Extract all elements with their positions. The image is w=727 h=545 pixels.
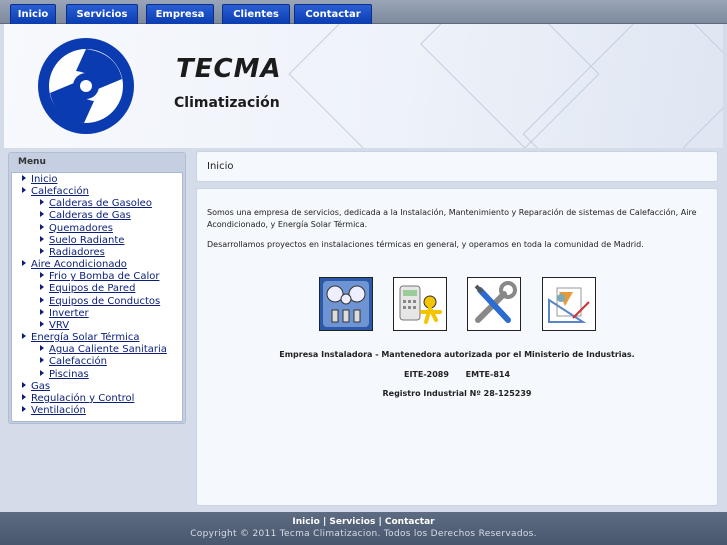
design-icon[interactable] <box>542 277 596 331</box>
main-content: Somos una empresa de servicios, dedicada… <box>196 188 718 506</box>
contact-icon[interactable] <box>393 277 447 331</box>
sidebar-item-piscinas[interactable]: Piscinas <box>12 369 182 381</box>
sidebar-item-equipos-de-conductos[interactable]: Equipos de Conductos <box>12 296 182 308</box>
sidebar-item-agua-caliente-sanitaria[interactable]: Agua Caliente Sanitaria <box>12 344 182 356</box>
footer-link-inicio[interactable]: Inicio <box>292 517 319 527</box>
sidebar-item-regulacion-y-control[interactable]: Regulación y Control <box>12 393 182 405</box>
certification-codes: EITE-2089 EMTE-814 <box>403 370 511 379</box>
tecma-logo-icon <box>38 38 134 134</box>
sidebar-item-quemadores[interactable]: Quemadores <box>12 223 182 235</box>
sidebar-menu: Inicio Calefacción Calderas de Gasoleo Cald… <box>11 172 183 422</box>
sidebar-item-equipos-de-pared[interactable]: Equipos de Pared <box>12 283 182 295</box>
sidebar-item-calderas-de-gasoleo[interactable]: Calderas de Gasoleo <box>12 198 182 210</box>
sidebar: Menu Inicio Calefacción Calderas de Gasole… <box>8 152 186 424</box>
tools-icon[interactable] <box>467 277 521 331</box>
sidebar-item-calefaccion[interactable]: Calefacción <box>12 356 182 368</box>
footer-link-contactar[interactable]: Contactar <box>385 517 435 527</box>
brand-name: TECMA <box>176 54 282 84</box>
site-footer: Inicio | Servicios | Contactar Copyright… <box>0 512 727 545</box>
sidebar-item-vrv[interactable]: VRV <box>12 320 182 332</box>
tab-inicio[interactable]: Inicio <box>10 4 56 24</box>
sidebar-item-energia-solar-termica[interactable]: Energía Solar Térmica <box>12 332 182 344</box>
projects-paragraph: Desarrollamos proyectos en instalaciones… <box>207 240 644 249</box>
sidebar-item-inverter[interactable]: Inverter <box>12 308 182 320</box>
sidebar-item-calderas-de-gas[interactable]: Calderas de Gas <box>12 210 182 222</box>
footer-link-servicios[interactable]: Servicios <box>329 517 375 527</box>
sidebar-item-frio-y-bomba-de-calor[interactable]: Frio y Bomba de Calor <box>12 271 182 283</box>
tab-empresa[interactable]: Empresa <box>146 4 214 24</box>
sidebar-item-suelo-radiante[interactable]: Suelo Radiante <box>12 235 182 247</box>
site-header: TECMA Climatización <box>4 24 723 148</box>
sidebar-item-radiadores[interactable]: Radiadores <box>12 247 182 259</box>
sidebar-item-inicio[interactable]: Inicio <box>12 174 182 186</box>
copyright-text: Copyright © 2011 Tecma Climatizacion. To… <box>190 529 537 539</box>
footer-nav: Inicio | Servicios | Contactar <box>0 512 727 527</box>
intro-paragraph: Somos una empresa de servicios, dedicada… <box>207 208 697 229</box>
top-nav-bar: Inicio Servicios Empresa Clientes Contac… <box>0 0 727 24</box>
industrial-registry: Registro Industrial Nº 28-125239 <box>382 389 532 398</box>
gauges-icon[interactable] <box>319 277 373 331</box>
sidebar-title: Menu <box>18 157 46 167</box>
sidebar-item-gas[interactable]: Gas <box>12 381 182 393</box>
sidebar-item-ventilacion[interactable]: Ventilación <box>12 405 182 417</box>
brand-tagline: Climatización <box>174 95 280 111</box>
sidebar-item-aire-acondicionado[interactable]: Aire Acondicionado <box>12 259 182 271</box>
tab-contactar[interactable]: Contactar <box>294 4 372 24</box>
tab-servicios[interactable]: Servicios <box>66 4 138 24</box>
tab-clientes[interactable]: Clientes <box>222 4 290 24</box>
certification-text: Empresa Instaladora - Mantenedora autori… <box>279 350 635 359</box>
breadcrumb: Inicio <box>196 151 718 182</box>
sidebar-item-calefaccion[interactable]: Calefacción <box>12 186 182 198</box>
